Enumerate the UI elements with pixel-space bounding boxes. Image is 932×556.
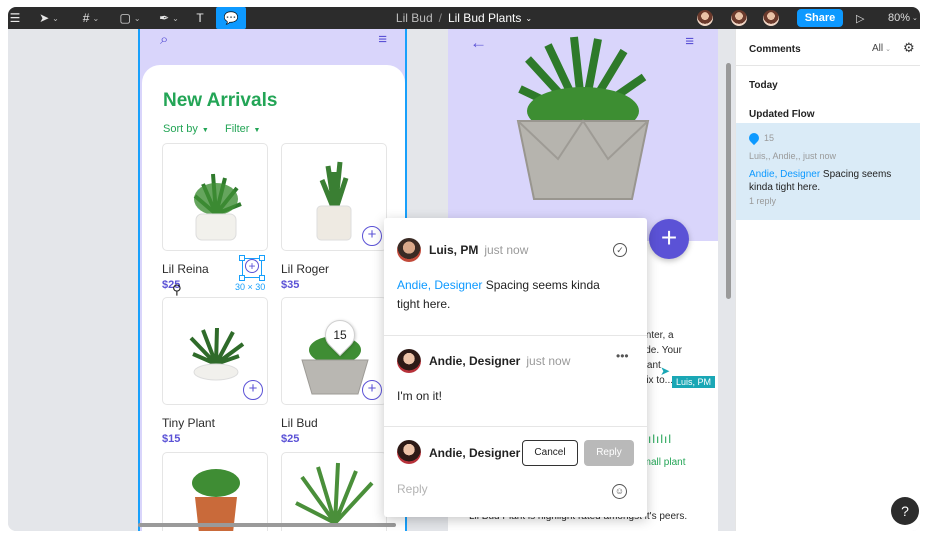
sliders-settings-icon[interactable]: ⚙: [903, 40, 915, 56]
plant-image: [193, 173, 242, 241]
figma-window: ☰ ➤ ⌄ # ⌄ ▢ ⌄ ✒ ⌄ T 💬 Lil Bud / Lil Bud Plan…: [8, 7, 920, 531]
avatar[interactable]: [762, 9, 780, 27]
resize-handle[interactable]: [259, 255, 265, 261]
caret-down-icon: ▼: [253, 127, 261, 134]
breadcrumb: Lil Bud / Lil Bud Plants ⌄: [8, 7, 920, 29]
participants: Luis,, Andie,, just now: [749, 151, 837, 161]
divider: [736, 65, 920, 66]
product-card[interactable]: +: [162, 297, 268, 405]
divider: [384, 335, 647, 336]
panel-title: Comments: [749, 44, 801, 55]
page-title: New Arrivals: [163, 90, 278, 111]
avatar[interactable]: [696, 9, 714, 27]
avatar: [397, 440, 421, 464]
reply-input[interactable]: Reply: [397, 482, 428, 496]
avatar: [397, 349, 421, 373]
comment-thread-popup: Luis, PM just now ✓ Andie, Designer Spaci…: [384, 218, 647, 517]
hamburger-menu-icon[interactable]: ≡: [685, 33, 694, 50]
comment-author: Andie, Designer just now: [429, 354, 571, 368]
product-card[interactable]: [162, 452, 268, 531]
hamburger-menu-icon[interactable]: ≡: [378, 31, 387, 48]
horizontal-scrollbar[interactable]: [138, 523, 396, 527]
toolbar: ☰ ➤ ⌄ # ⌄ ▢ ⌄ ✒ ⌄ T 💬 Lil Bud / Lil Bud Plan…: [8, 7, 920, 29]
comments-panel: Comments All ⌄ ⚙ Today Updated Flow 15 Lu…: [735, 29, 920, 531]
file-name[interactable]: Lil Bud Plants: [448, 11, 521, 25]
reply-author: Andie, Designer: [429, 446, 521, 460]
product-name: Lil Bud: [281, 416, 318, 430]
share-button[interactable]: Share: [797, 9, 843, 27]
resize-handle[interactable]: [239, 275, 245, 281]
breadcrumb-separator: /: [438, 11, 442, 25]
product-card[interactable]: [162, 143, 268, 251]
more-options-icon[interactable]: •••: [616, 349, 629, 363]
plant-image: [295, 462, 374, 525]
comment-pin-icon: [746, 130, 762, 146]
collaborator-cursor: ➤ Luis, PM: [660, 364, 716, 388]
detail-hero: ← ≡: [448, 29, 718, 241]
emoji-icon[interactable]: ☺: [612, 484, 627, 499]
resolve-check-icon[interactable]: ✓: [613, 243, 627, 257]
canvas[interactable]: ⌕ ≡ New Arrivals Sort by ▼ Filter ▼ Lil Re…: [8, 29, 735, 531]
add-to-cart-button[interactable]: +: [362, 380, 382, 400]
comment-preview: Andie, Designer Spacing seems kinda tigh…: [749, 169, 892, 193]
reply-button[interactable]: Reply: [584, 440, 634, 466]
mention: Andie, Designer: [749, 169, 821, 180]
comment-author: Luis, PM just now: [429, 243, 529, 257]
search-icon[interactable]: ⌕: [160, 31, 168, 48]
selected-add-button[interactable]: +: [239, 255, 265, 281]
plant-image: [192, 469, 240, 531]
add-to-cart-button[interactable]: +: [362, 226, 382, 246]
add-to-cart-button[interactable]: +: [243, 380, 263, 400]
avatar: [397, 238, 421, 262]
caret-down-icon: ▼: [201, 127, 209, 134]
cancel-button[interactable]: Cancel: [522, 440, 578, 466]
page-group-heading: Updated Flow: [749, 109, 815, 120]
vertical-scrollbar[interactable]: [726, 63, 731, 299]
avatar[interactable]: [730, 9, 748, 27]
reply-count: 1 reply: [749, 196, 777, 206]
frame-header: ⌕ ≡: [140, 29, 405, 65]
light-level-icon: ılılıl: [648, 432, 672, 446]
product-list-card: New Arrivals Sort by ▼ Filter ▼ Lil Reina …: [142, 65, 405, 531]
comment-time: just now: [526, 354, 571, 368]
product-name: Lil Reina: [162, 262, 209, 276]
comment-time: just now: [484, 243, 529, 257]
chevron-down-icon[interactable]: ⌄: [525, 14, 532, 23]
resize-handle[interactable]: [259, 275, 265, 281]
product-name: Tiny Plant: [162, 416, 215, 430]
zoom-dropdown[interactable]: 80% ⌄: [888, 7, 918, 29]
product-price: $15: [162, 433, 181, 445]
product-list-frame[interactable]: ⌕ ≡ New Arrivals Sort by ▼ Filter ▼ Lil Re…: [138, 29, 407, 531]
comment-filter-dropdown[interactable]: All ⌄: [872, 43, 891, 54]
chevron-down-icon: ⌄: [885, 46, 891, 53]
comment-body: I'm on it!: [397, 389, 442, 403]
product-name: Lil Roger: [281, 262, 330, 276]
add-fab-button[interactable]: +: [649, 219, 689, 259]
mention[interactable]: Andie, Designer: [397, 278, 482, 292]
comment-number: 15: [764, 133, 775, 143]
present-play-icon[interactable]: ▷: [856, 7, 864, 29]
back-arrow-icon[interactable]: ←: [470, 33, 487, 53]
divider: [384, 426, 647, 427]
plant-hero-image: [516, 36, 650, 200]
product-card[interactable]: [281, 452, 387, 531]
section-heading: Today: [749, 80, 778, 91]
comment-list-item[interactable]: 15 Luis,, Andie,, just now Andie, Design…: [736, 123, 920, 220]
collaborator-name-tag: Luis, PM: [672, 376, 716, 388]
comment-body: Andie, Designer Spacing seems kinda tigh…: [397, 278, 600, 311]
product-price: $35: [281, 279, 300, 291]
sort-dropdown[interactable]: Sort by ▼: [163, 123, 209, 135]
filter-dropdown[interactable]: Filter ▼: [225, 123, 260, 135]
location-pin-icon: ⚲: [172, 282, 182, 297]
dimension-label: 30 × 30: [235, 282, 266, 292]
help-button[interactable]: ?: [891, 497, 919, 525]
resize-handle[interactable]: [239, 255, 245, 261]
cursor-arrow-icon: ➤: [660, 364, 671, 378]
product-card[interactable]: +: [281, 143, 387, 251]
project-name[interactable]: Lil Bud: [396, 11, 433, 25]
product-price: $25: [281, 433, 300, 445]
plus-icon: +: [245, 259, 259, 273]
